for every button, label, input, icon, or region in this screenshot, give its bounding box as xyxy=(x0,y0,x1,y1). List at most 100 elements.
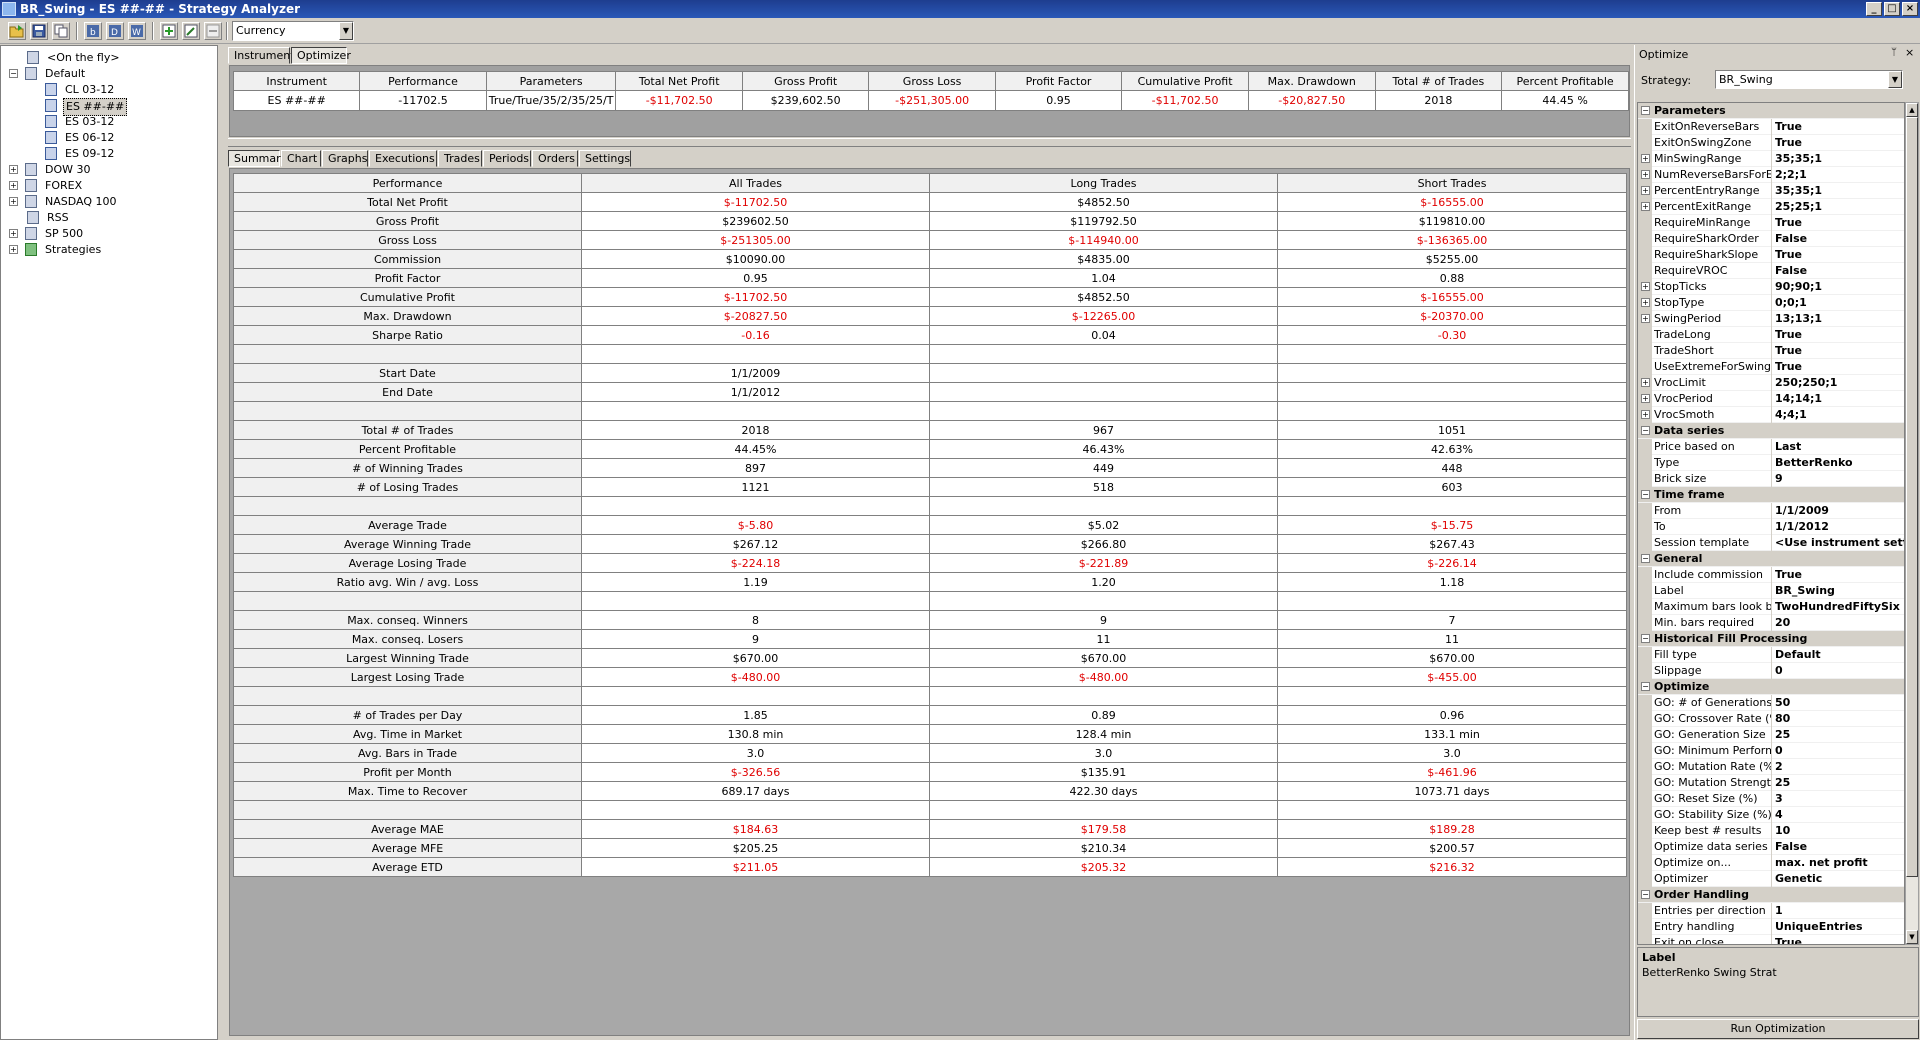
expand-icon[interactable]: + xyxy=(1641,202,1650,211)
grid-row[interactable]: GO: Minimum Performance0 xyxy=(1638,743,1904,759)
property-value[interactable]: True xyxy=(1775,119,1904,135)
grid-row[interactable]: GO: # of Generations 50 xyxy=(1638,695,1904,711)
property-value[interactable]: 13;13;1 xyxy=(1775,311,1904,327)
property-value[interactable]: 2 xyxy=(1775,759,1904,775)
grid-category[interactable]: − Optimize xyxy=(1638,679,1904,695)
property-value[interactable]: UniqueEntries xyxy=(1775,919,1904,935)
collapse-icon[interactable]: − xyxy=(1641,682,1650,691)
grid-row[interactable]: Include commission True xyxy=(1638,567,1904,583)
tab-instruments[interactable]: Instruments xyxy=(228,47,300,64)
property-value[interactable]: 20 xyxy=(1775,615,1904,631)
grid-row[interactable]: Price based on Last xyxy=(1638,439,1904,455)
property-value[interactable]: 35;35;1 xyxy=(1775,151,1904,167)
property-grid-scrollbar[interactable]: ▲ ▼ xyxy=(1905,102,1919,945)
property-value[interactable]: 90;90;1 xyxy=(1775,279,1904,295)
property-value[interactable]: True xyxy=(1775,327,1904,343)
grid-row[interactable]: + VrocLimit 250;250;1 xyxy=(1638,375,1904,391)
close-icon[interactable]: × xyxy=(1905,46,1914,59)
property-value[interactable]: 1/1/2012 xyxy=(1775,519,1904,535)
grid-row[interactable]: + MinSwingRange 35;35;1 xyxy=(1638,151,1904,167)
minimize-button[interactable]: _ xyxy=(1866,2,1882,16)
property-value[interactable]: 3 xyxy=(1775,791,1904,807)
property-value[interactable]: 2;2;1 xyxy=(1775,167,1904,183)
property-value[interactable]: 25 xyxy=(1775,775,1904,791)
grid-row[interactable]: + VrocPeriod 14;14;1 xyxy=(1638,391,1904,407)
w-icon[interactable]: W xyxy=(128,22,146,40)
property-value[interactable]: 14;14;1 xyxy=(1775,391,1904,407)
grid-row[interactable]: Entry handling UniqueEntries xyxy=(1638,919,1904,935)
property-value[interactable]: 50 xyxy=(1775,695,1904,711)
property-value[interactable]: True xyxy=(1775,359,1904,375)
property-value[interactable]: 9 xyxy=(1775,471,1904,487)
property-value[interactable]: True xyxy=(1775,935,1904,944)
collapse-icon[interactable]: − xyxy=(9,69,18,78)
grid-row[interactable]: Brick size 9 xyxy=(1638,471,1904,487)
grid-category[interactable]: − Parameters xyxy=(1638,103,1904,119)
tab-executions[interactable]: Executions xyxy=(369,150,437,167)
property-value[interactable]: 80 xyxy=(1775,711,1904,727)
grid-category[interactable]: − Data series xyxy=(1638,423,1904,439)
grid-row[interactable]: Maximum bars look backTwoHundredFiftySix xyxy=(1638,599,1904,615)
property-value[interactable]: BetterRenko xyxy=(1775,455,1904,471)
bar-chart-icon[interactable]: b xyxy=(84,22,102,40)
copy-icon[interactable] xyxy=(52,22,70,40)
grid-row[interactable]: RequireSharkOrder False xyxy=(1638,231,1904,247)
tab-graphs[interactable]: Graphs xyxy=(322,150,368,167)
maximize-button[interactable]: □ xyxy=(1884,2,1900,16)
grid-row[interactable]: Entries per direction 1 xyxy=(1638,903,1904,919)
run-optimization-button[interactable]: Run Optimization xyxy=(1637,1019,1919,1039)
grid-row[interactable]: Optimize on... max. net profit xyxy=(1638,855,1904,871)
expand-icon[interactable]: + xyxy=(1641,378,1650,387)
collapse-icon[interactable]: − xyxy=(1641,490,1650,499)
property-value[interactable]: 0 xyxy=(1775,743,1904,759)
remove-icon[interactable] xyxy=(204,22,222,40)
expand-icon[interactable]: + xyxy=(9,197,18,206)
vertical-splitter[interactable] xyxy=(218,45,226,1040)
collapse-icon[interactable]: − xyxy=(1641,890,1650,899)
property-value[interactable]: False xyxy=(1775,263,1904,279)
grid-row[interactable]: Optimize data series False xyxy=(1638,839,1904,855)
horizontal-splitter[interactable] xyxy=(228,138,1631,147)
property-value[interactable]: 0;0;1 xyxy=(1775,295,1904,311)
expand-icon[interactable]: + xyxy=(1641,298,1650,307)
tab-chart[interactable]: Chart xyxy=(281,150,321,167)
property-value[interactable]: 25 xyxy=(1775,727,1904,743)
chevron-down-icon[interactable]: ▼ xyxy=(339,22,353,40)
property-value[interactable]: TwoHundredFiftySix xyxy=(1775,599,1904,615)
grid-row[interactable]: Label BR_Swing xyxy=(1638,583,1904,599)
scroll-up-icon[interactable]: ▲ xyxy=(1906,103,1918,117)
tab-settings[interactable]: Settings xyxy=(579,150,631,167)
expand-icon[interactable]: + xyxy=(9,181,18,190)
pin-icon[interactable]: ᛘ xyxy=(1891,47,1897,58)
open-folder-icon[interactable] xyxy=(8,22,26,40)
grid-row[interactable]: From 1/1/2009 xyxy=(1638,503,1904,519)
column-header[interactable]: Total # of Trades xyxy=(1374,71,1503,91)
grid-row[interactable]: Min. bars required 20 xyxy=(1638,615,1904,631)
grid-category[interactable]: − Historical Fill Processing xyxy=(1638,631,1904,647)
grid-row[interactable]: Optimizer Genetic xyxy=(1638,871,1904,887)
property-value[interactable]: True xyxy=(1775,215,1904,231)
column-header[interactable]: Percent Profitable xyxy=(1501,71,1629,91)
property-value[interactable]: max. net profit xyxy=(1775,855,1904,871)
grid-row[interactable]: + PercentEntryRange 35;35;1 xyxy=(1638,183,1904,199)
grid-row[interactable]: + StopType 0;0;1 xyxy=(1638,295,1904,311)
strategy-select[interactable]: BR_Swing ▼ xyxy=(1715,70,1903,89)
column-header[interactable]: Cumulative Profit xyxy=(1121,71,1249,91)
property-value[interactable]: 4 xyxy=(1775,807,1904,823)
column-header[interactable]: Performance xyxy=(359,71,487,91)
expand-icon[interactable]: + xyxy=(9,165,18,174)
property-value[interactable]: False xyxy=(1775,231,1904,247)
tab-summary[interactable]: Summary xyxy=(228,150,287,167)
grid-row[interactable]: To 1/1/2012 xyxy=(1638,519,1904,535)
grid-category[interactable]: − Time frame xyxy=(1638,487,1904,503)
edit-icon[interactable] xyxy=(182,22,200,40)
expand-icon[interactable]: + xyxy=(9,245,18,254)
tab-orders[interactable]: Orders xyxy=(532,150,578,167)
grid-row[interactable]: Fill type Default xyxy=(1638,647,1904,663)
grid-category[interactable]: − Order Handling xyxy=(1638,887,1904,903)
grid-row[interactable]: GO: Reset Size (%) 3 xyxy=(1638,791,1904,807)
property-value[interactable]: 10 xyxy=(1775,823,1904,839)
property-value[interactable]: Last xyxy=(1775,439,1904,455)
property-value[interactable]: True xyxy=(1775,135,1904,151)
grid-row[interactable]: GO: Mutation Rate (%) 2 xyxy=(1638,759,1904,775)
